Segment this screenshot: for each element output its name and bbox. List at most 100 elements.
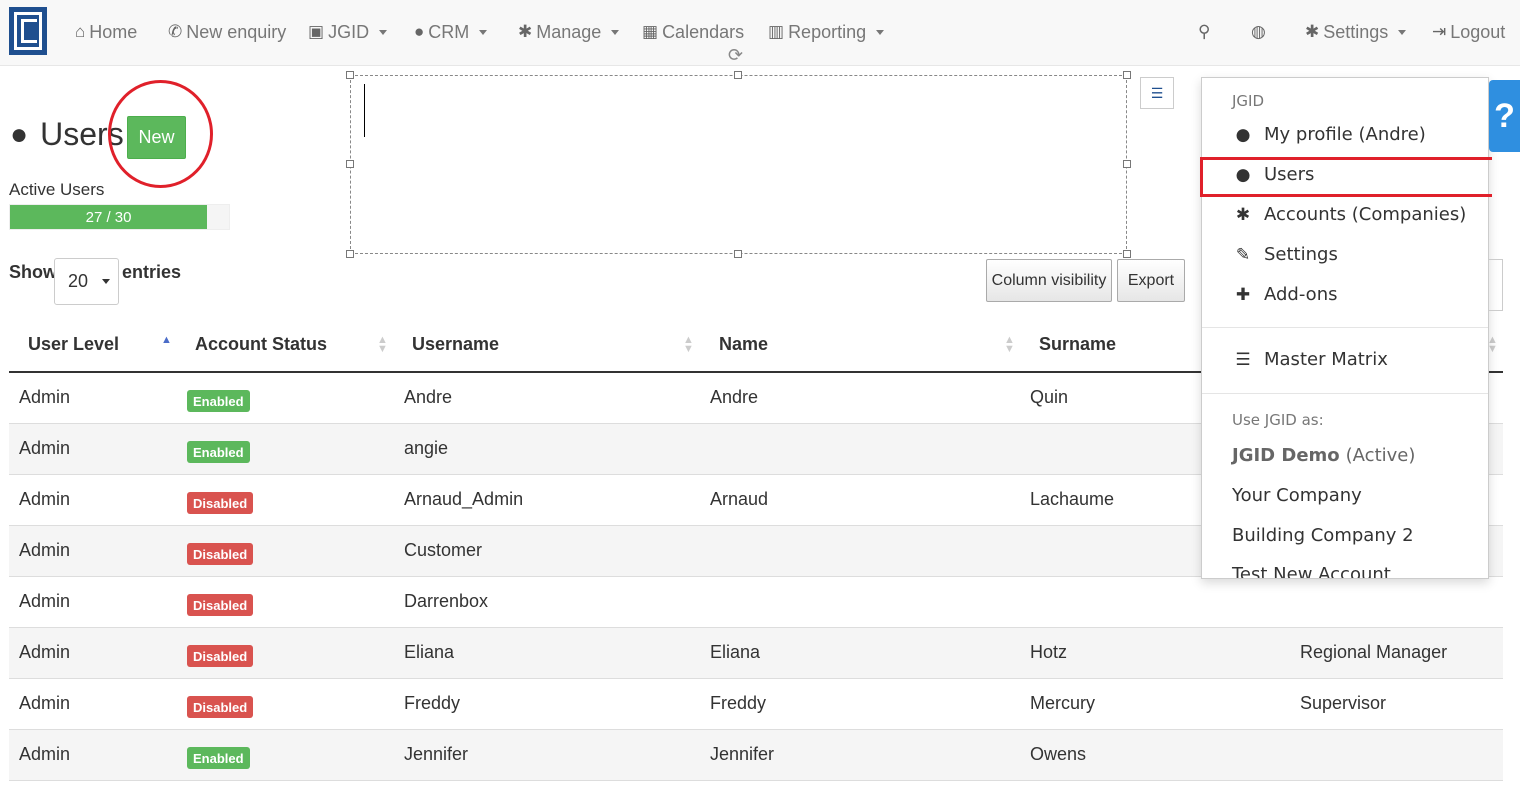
progress-bar-fill: 27 / 30 (10, 205, 208, 229)
active-users-progress: 27 / 30 (9, 204, 230, 230)
nav-reporting[interactable]: ▥ Reporting (768, 20, 885, 44)
menu-item-company[interactable]: Building Company 2 (1232, 525, 1414, 546)
column-header-surname[interactable]: Surname (1039, 334, 1116, 355)
users-icon: ● (10, 117, 29, 151)
export-button[interactable]: Export (1117, 259, 1185, 302)
cell-username: Eliana (404, 642, 455, 662)
settings-dropdown-menu: JGID ● My profile (Andre) ● Users ✱ Acco… (1201, 77, 1489, 579)
gear-icon: ✱ (518, 22, 533, 41)
bar-chart-icon: ▥ (768, 22, 785, 41)
cell-name: Andre (710, 387, 759, 407)
jgid-logo[interactable] (9, 7, 47, 55)
cell-username: Andre (404, 387, 453, 407)
menu-item-settings[interactable]: ✎ Settings (1232, 244, 1338, 265)
nav-crm[interactable]: ● CRM (414, 20, 488, 44)
resize-handle[interactable] (1123, 71, 1131, 79)
column-visibility-button[interactable]: Column visibility (986, 259, 1112, 302)
gear-icon: ✱ (1305, 22, 1320, 41)
cell-surname: Lachaume (1030, 489, 1115, 509)
chevron-down-icon (102, 279, 111, 284)
entries-label: entries (122, 262, 182, 282)
list-icon: ☰ (1235, 349, 1251, 370)
resize-handle[interactable] (346, 250, 354, 258)
menu-item-master-matrix[interactable]: ☰ Master Matrix (1232, 349, 1388, 370)
globe-icon: ◍ (1251, 22, 1266, 41)
home-icon: ⌂ (75, 22, 86, 41)
column-header-name[interactable]: Name (719, 334, 768, 355)
menu-item-company[interactable]: Your Company (1232, 485, 1362, 506)
menu-item-accounts[interactable]: ✱ Accounts (Companies) (1232, 204, 1466, 225)
cell-role: Supervisor (1300, 693, 1387, 713)
rotate-icon[interactable]: ⟳ (728, 45, 743, 66)
cell-surname: Hotz (1030, 642, 1068, 662)
calendar-icon: ▦ (642, 22, 659, 41)
nav-home[interactable]: ⌂ Home (75, 20, 137, 44)
cell-user-level: Admin (19, 642, 71, 662)
menu-item-my-profile[interactable]: ● My profile (Andre) (1232, 124, 1426, 145)
resize-handle[interactable] (346, 160, 354, 168)
column-header-user-level[interactable]: User Level (28, 334, 119, 355)
page-title: ● Users (10, 116, 124, 152)
chevron-down-icon (611, 29, 620, 35)
nav-logout[interactable]: ⇥ Logout (1432, 20, 1505, 44)
dropdown-header-jgid: JGID (1232, 92, 1265, 110)
jgid-icon: ▣ (308, 22, 325, 41)
nav-settings[interactable]: ✱ Settings (1305, 20, 1407, 44)
cell-user-level: Admin (19, 693, 71, 713)
menu-item-addons[interactable]: ✚ Add-ons (1232, 284, 1338, 305)
resize-handle[interactable] (734, 250, 742, 258)
cell-name: Eliana (710, 642, 761, 662)
cell-surname: Quin (1030, 387, 1069, 407)
resize-handle[interactable] (1123, 250, 1131, 258)
search-icon: ⚲ (1198, 22, 1211, 41)
menu-item-users[interactable]: ● Users (1232, 164, 1315, 185)
sort-asc-icon[interactable]: ▲ (161, 335, 172, 346)
resize-handle[interactable] (346, 71, 354, 79)
menu-item-company-active[interactable]: JGID Demo (Active) (1232, 445, 1415, 466)
cell-surname: Owens (1030, 744, 1087, 764)
users-icon: ● (1235, 164, 1251, 185)
sort-icon[interactable]: ▲ ▼ (683, 335, 694, 355)
dropdown-header-use-as: Use JGID as: (1232, 411, 1324, 429)
page-size-select[interactable]: 20 (54, 258, 119, 305)
nav-calendars[interactable]: ▦ Calendars (642, 20, 744, 44)
text-cursor (364, 84, 365, 137)
nav-globe[interactable]: ◍ (1251, 20, 1266, 44)
table-row[interactable]: Admin Disabled Darrenbox (9, 577, 1503, 628)
sort-icon[interactable]: ▲ ▼ (377, 335, 388, 355)
status-badge: Disabled (187, 696, 254, 718)
cell-name: Arnaud (710, 489, 769, 509)
cell-user-level: Admin (19, 438, 71, 458)
sort-icon[interactable]: ▲ ▼ (1004, 335, 1015, 355)
table-row[interactable]: Admin Disabled Freddy Freddy Mercury Supervis… (9, 679, 1503, 730)
nav-jgid[interactable]: ▣ JGID (308, 20, 388, 44)
user-icon: ● (1235, 124, 1251, 145)
show-label: Show (9, 262, 57, 282)
column-header-account-status[interactable]: Account Status (195, 334, 327, 355)
menu-item-company[interactable]: Test New Account (1232, 564, 1391, 578)
help-tab[interactable]: ? (1489, 80, 1520, 152)
search-input-edge[interactable] (1489, 259, 1503, 311)
nav-new-enquiry[interactable]: ✆ New enquiry (168, 20, 286, 44)
chevron-down-icon (379, 29, 388, 35)
status-badge: Disabled (187, 543, 254, 565)
resize-handle[interactable] (1123, 160, 1131, 168)
column-header-username[interactable]: Username (412, 334, 499, 355)
logo-inner (21, 19, 37, 43)
cell-user-level: Admin (19, 591, 71, 611)
status-badge: Enabled (187, 747, 250, 769)
table-row[interactable]: Admin Disabled Eliana Eliana Hotz Regional Ma… (9, 628, 1503, 679)
cell-username: angie (404, 438, 449, 458)
phone-icon: ✆ (168, 22, 183, 41)
table-row[interactable]: Admin Enabled Jennifer Jennifer Owens (9, 730, 1503, 781)
resize-handle[interactable] (734, 71, 742, 79)
text-box-selection[interactable] (350, 75, 1127, 254)
nav-search[interactable]: ⚲ (1198, 20, 1210, 44)
users-icon: ● (414, 22, 425, 41)
nav-manage[interactable]: ✱ Manage (518, 20, 620, 44)
cell-user-level: Admin (19, 489, 71, 509)
cell-username: Jennifer (404, 744, 469, 764)
status-badge: Disabled (187, 645, 254, 667)
new-user-button[interactable]: New (127, 116, 186, 159)
layout-options-icon[interactable]: ☰ (1140, 77, 1174, 109)
